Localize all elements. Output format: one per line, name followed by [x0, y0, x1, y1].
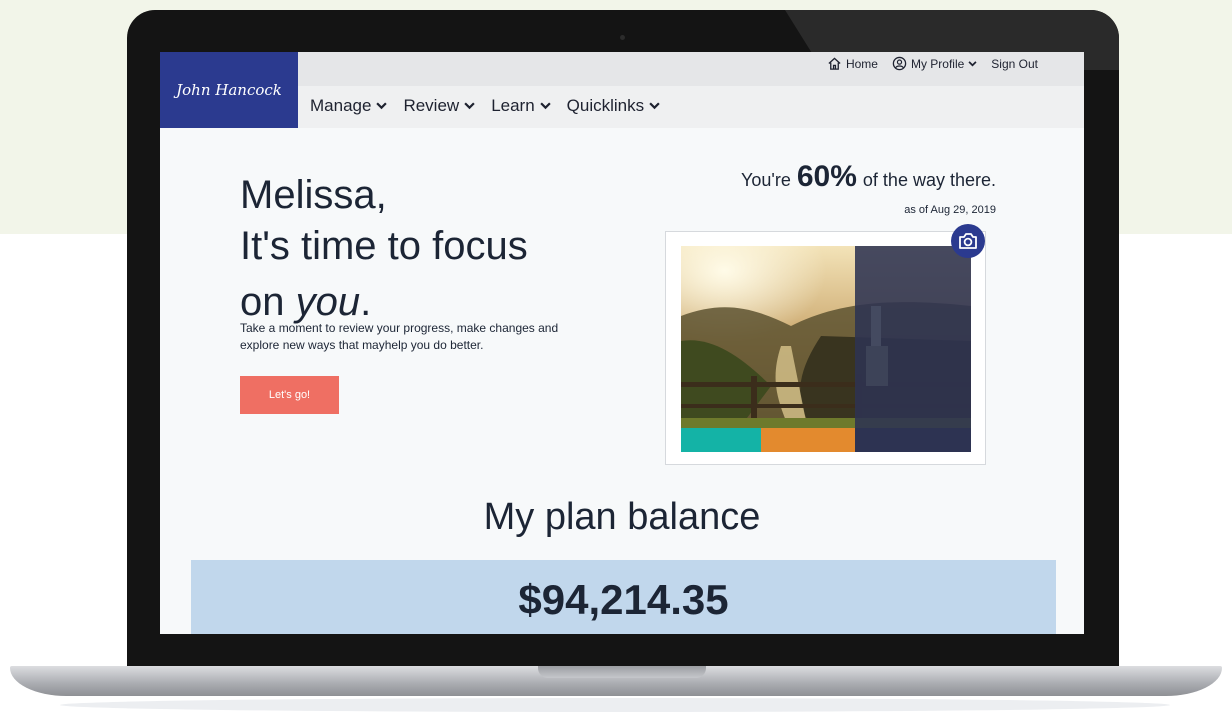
home-link[interactable]: Home: [827, 56, 878, 71]
nav-manage-label: Manage: [310, 96, 372, 115]
hero-greeting: Melissa,: [240, 173, 387, 217]
nav-learn-label: Learn: [491, 96, 535, 115]
my-profile-label: My Profile: [910, 56, 965, 71]
balance-panel: $94,214.35: [191, 560, 1056, 634]
hero-description: Take a moment to review your progress, m…: [240, 321, 559, 352]
balance-title: My plan balance: [483, 496, 761, 538]
scene-illustration: [681, 246, 971, 452]
home-link-label: Home: [845, 56, 878, 71]
progress-image-card: [665, 231, 986, 465]
hero-headline: It's time to focus on you.: [240, 218, 528, 330]
sign-out-link[interactable]: Sign Out: [991, 56, 1038, 71]
sign-out-label: Sign Out: [991, 56, 1038, 71]
laptop-shadow: [60, 698, 1170, 712]
chevron-down-icon: [376, 102, 388, 110]
balance-amount: $94,214.35: [518, 576, 729, 623]
as-of-date: as of Aug 29, 2019: [904, 204, 996, 216]
logo-text: John Hancock: [176, 81, 282, 99]
lets-go-button[interactable]: Let's go!: [240, 376, 339, 414]
nav-learn[interactable]: Learn: [491, 96, 551, 116]
change-photo-button[interactable]: [951, 224, 985, 258]
utility-links: Home My Profile Sign Out: [827, 56, 1038, 71]
progress-suffix: of the way there.: [862, 170, 996, 190]
progress-scene-image: [681, 246, 971, 452]
my-profile-menu[interactable]: My Profile: [892, 56, 977, 71]
home-icon: [828, 57, 841, 70]
camera-icon: [959, 233, 977, 249]
nav-quicklinks-label: Quicklinks: [566, 96, 645, 115]
hero-line-2: It's time to focus: [240, 224, 528, 268]
nav-manage[interactable]: Manage: [310, 96, 388, 116]
webcam: [620, 35, 625, 40]
main-nav: Manage Review Learn Quicklinks: [298, 86, 1084, 128]
nav-review[interactable]: Review: [403, 96, 475, 116]
chevron-down-icon: [968, 60, 977, 66]
nav-review-label: Review: [403, 96, 460, 115]
utility-bar: Home My Profile Sign Out: [298, 52, 1084, 86]
chevron-down-icon: [649, 102, 660, 110]
progress-statement: You're 60% of the way there.: [741, 160, 996, 194]
user-circle-icon: [892, 56, 907, 71]
brand-logo[interactable]: John Hancock: [160, 52, 298, 128]
chevron-down-icon: [539, 102, 551, 110]
chevron-down-icon: [464, 102, 475, 110]
progress-color-bar: [681, 428, 971, 452]
progress-prefix: You're: [741, 170, 791, 190]
nav-quicklinks[interactable]: Quicklinks: [567, 96, 660, 116]
progress-percent: 60%: [796, 160, 857, 193]
laptop-screen: John Hancock Home My Profile Sign Out Ma…: [160, 52, 1084, 634]
laptop-lid: John Hancock Home My Profile Sign Out Ma…: [127, 10, 1119, 676]
laptop-notch: [538, 666, 706, 678]
hero-emphasis: you: [295, 280, 361, 324]
